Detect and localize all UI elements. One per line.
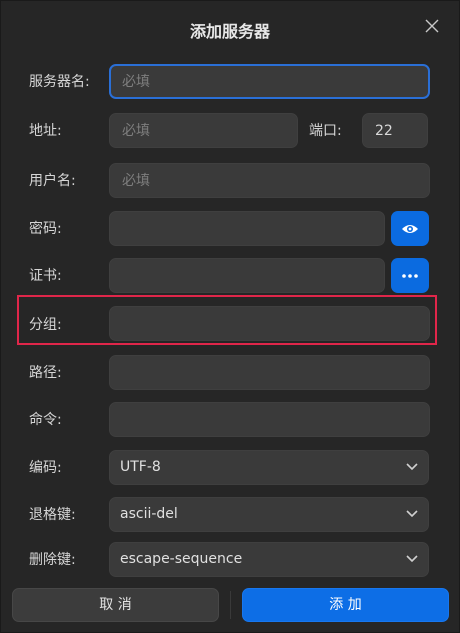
delete-key-selected: escape-sequence bbox=[120, 551, 243, 567]
password-label: 密码: bbox=[29, 221, 62, 237]
add-button[interactable]: 添 加 bbox=[242, 588, 449, 622]
backspace-key-selected: ascii-del bbox=[120, 506, 178, 522]
delete-key-label: 删除键: bbox=[29, 552, 76, 568]
username-input[interactable] bbox=[109, 163, 430, 198]
add-server-dialog: 添加服务器 服务器名: 地址: 端口: 用户名: 密码: 证书: 分组: bbox=[0, 0, 460, 633]
backspace-key-label: 退格键: bbox=[29, 507, 76, 523]
more-icon bbox=[402, 273, 418, 278]
chevron-down-icon bbox=[406, 463, 418, 471]
username-label: 用户名: bbox=[29, 173, 76, 189]
port-label: 端口: bbox=[309, 123, 342, 139]
group-input[interactable] bbox=[109, 306, 430, 341]
close-icon bbox=[425, 19, 439, 33]
toggle-password-button[interactable] bbox=[391, 211, 429, 246]
cancel-button[interactable]: 取 消 bbox=[12, 588, 219, 622]
address-label: 地址: bbox=[29, 123, 62, 139]
chevron-down-icon bbox=[406, 555, 418, 563]
dialog-title: 添加服务器 bbox=[189, 22, 270, 41]
port-input[interactable] bbox=[362, 113, 428, 148]
password-input[interactable] bbox=[109, 211, 385, 246]
command-label: 命令: bbox=[29, 412, 62, 428]
footer-divider bbox=[230, 591, 231, 619]
group-label: 分组: bbox=[29, 317, 62, 333]
certificate-label: 证书: bbox=[29, 268, 62, 284]
command-input[interactable] bbox=[109, 402, 430, 437]
path-label: 路径: bbox=[29, 365, 62, 381]
encoding-selected: UTF-8 bbox=[120, 459, 161, 475]
delete-key-select[interactable]: escape-sequence bbox=[109, 542, 429, 577]
encoding-label: 编码: bbox=[29, 460, 62, 476]
backspace-key-select[interactable]: ascii-del bbox=[109, 497, 429, 532]
chevron-down-icon bbox=[406, 510, 418, 518]
close-button[interactable] bbox=[423, 17, 441, 35]
certificate-input[interactable] bbox=[109, 258, 385, 293]
eye-icon bbox=[402, 224, 418, 233]
server-name-input[interactable] bbox=[109, 64, 430, 99]
browse-certificate-button[interactable] bbox=[391, 258, 429, 293]
path-input[interactable] bbox=[109, 355, 430, 390]
encoding-select[interactable]: UTF-8 bbox=[109, 450, 429, 485]
address-input[interactable] bbox=[109, 113, 298, 148]
server-name-label: 服务器名: bbox=[29, 74, 90, 90]
